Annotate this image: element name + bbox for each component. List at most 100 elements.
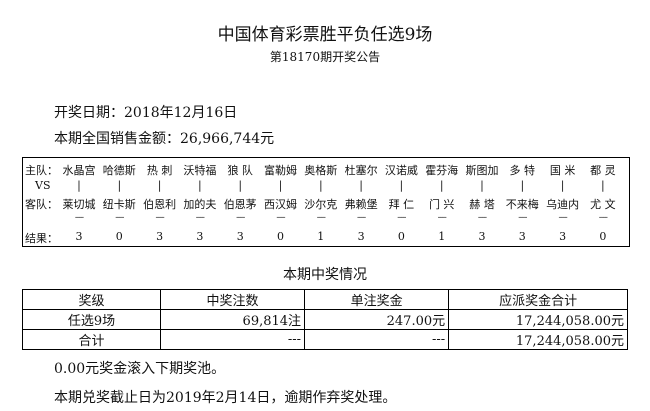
separator-dash: ---- bbox=[518, 213, 527, 223]
home-team: 奥格斯 bbox=[304, 164, 338, 177]
separator-dash: ---- bbox=[437, 213, 447, 223]
away-team: 纽卡斯 bbox=[102, 198, 136, 211]
match-column: 汉诺威 | 拜 仁 ---- 0 bbox=[380, 158, 422, 246]
match-result: 0 bbox=[599, 230, 607, 243]
winning-count: 69,814注 bbox=[159, 309, 306, 330]
separator-dash: ---- bbox=[357, 213, 366, 223]
prize-table: 奖级 中奖注数 单注奖金 应派奖金合计 任选9场 69,814注 247.00元… bbox=[22, 289, 628, 350]
vs-bar: | bbox=[238, 179, 243, 192]
vs-bar: | bbox=[520, 179, 525, 192]
header-winning-count: 中奖注数 bbox=[159, 289, 306, 310]
total-prize: 17,244,058.00元 bbox=[448, 309, 628, 330]
home-team: 斯图加 bbox=[465, 164, 499, 177]
vs-bar: | bbox=[359, 179, 363, 192]
vs-bar: | bbox=[198, 179, 202, 192]
home-team: 多 特 bbox=[509, 164, 536, 177]
match-result: 3 bbox=[75, 230, 83, 243]
away-team: 伯恩茅 bbox=[223, 198, 257, 211]
match-column: 都 灵 | 尤 文 ---- 0 bbox=[582, 158, 624, 246]
rollover-note: 0.00元奖金滚入下期奖池。 bbox=[54, 361, 226, 377]
separator-dash: ---- bbox=[397, 213, 406, 223]
match-column: 奥格斯 | 沙尔克 ---- 1 bbox=[300, 158, 342, 246]
home-team: 杜塞尔 bbox=[344, 164, 378, 177]
separator-dash: ---- bbox=[155, 213, 165, 223]
vs-bar: | bbox=[399, 179, 404, 192]
match-result: 3 bbox=[559, 230, 567, 243]
result-label: 结果： bbox=[25, 232, 58, 245]
vs-bar: | bbox=[117, 179, 122, 192]
match-column: 杜塞尔 | 弗赖堡 ---- 3 bbox=[340, 158, 382, 246]
away-team: 伯恩利 bbox=[143, 198, 177, 211]
separator-dash: ---- bbox=[477, 213, 487, 223]
issue-subtitle: 第18170期开奖公告 bbox=[269, 50, 381, 64]
away-team: 沙尔克 bbox=[304, 198, 338, 211]
away-label: 客队： bbox=[25, 198, 58, 211]
separator-dash: ---- bbox=[558, 213, 568, 223]
match-result: 3 bbox=[357, 230, 365, 243]
away-team: 不来梅 bbox=[505, 198, 539, 211]
page-title: 中国体育彩票胜平负任选9场 bbox=[217, 25, 433, 45]
separator-dash: ---- bbox=[316, 213, 326, 223]
home-team: 水晶宫 bbox=[62, 164, 96, 177]
draw-date: 开奖日期：2018年12月16日 bbox=[54, 105, 238, 121]
match-column: 哈德斯 | 纽卡斯 ---- 0 bbox=[98, 158, 140, 246]
home-team: 狼 队 bbox=[227, 164, 253, 177]
match-list: 主队： VS 客队： 结果： 水晶宫 | 莱切城 ---- 3 哈德斯 | 纽卡斯 ---- 0 热… bbox=[22, 157, 630, 247]
home-team: 汉诺威 bbox=[384, 164, 418, 177]
vs-bar: | bbox=[439, 179, 444, 192]
separator-dash: ---- bbox=[74, 213, 84, 223]
sales-amount: 本期全国销售金额：26,966,744元 bbox=[54, 131, 275, 147]
match-column: 多 特 | 不来梅 ---- 3 bbox=[501, 158, 543, 246]
separator-dash: ---- bbox=[276, 213, 285, 223]
separator-dash: ---- bbox=[195, 213, 205, 223]
home-team: 热 刺 bbox=[146, 164, 173, 177]
match-result: 3 bbox=[196, 230, 204, 243]
vs-bar: | bbox=[560, 179, 565, 192]
home-team: 都 灵 bbox=[590, 164, 616, 177]
header-prize-level: 奖级 bbox=[22, 289, 161, 310]
vs-bar: | bbox=[480, 179, 484, 192]
match-result: 0 bbox=[115, 230, 123, 243]
single-prize: 247.00元 bbox=[304, 309, 450, 330]
match-column: 沃特福 | 加的夫 ---- 3 bbox=[179, 158, 221, 246]
header-total-prize: 应派奖金合计 bbox=[448, 289, 628, 310]
away-team: 加的夫 bbox=[183, 198, 217, 211]
vs-bar: | bbox=[157, 179, 162, 192]
match-result: 3 bbox=[156, 230, 164, 243]
header-single-prize: 单注奖金 bbox=[304, 289, 450, 310]
match-column: 水晶宫 | 莱切城 ---- 3 bbox=[58, 158, 100, 246]
match-column: 霍芬海 | 门 兴 ---- 1 bbox=[421, 158, 463, 246]
row-labels: 主队： VS 客队： 结果： bbox=[23, 158, 59, 246]
vs-bar: | bbox=[601, 179, 605, 192]
match-column: 国 米 | 乌迪内 ---- 3 bbox=[542, 158, 584, 246]
prize-section-title: 本期中奖情况 bbox=[283, 267, 367, 283]
total-prize: 17,244,058.00元 bbox=[448, 329, 628, 350]
away-team: 尤 文 bbox=[590, 198, 616, 211]
match-result: 1 bbox=[317, 230, 325, 243]
away-team: 拜 仁 bbox=[388, 198, 415, 211]
winning-count: --- bbox=[159, 329, 306, 350]
match-column: 斯图加 | 赫 塔 ---- 3 bbox=[461, 158, 503, 246]
prize-level: 合计 bbox=[22, 329, 161, 350]
match-column: 富勒姆 | 西汉姆 ---- 0 bbox=[260, 158, 302, 246]
home-team: 国 米 bbox=[549, 164, 576, 177]
home-team: 富勒姆 bbox=[264, 164, 297, 177]
prize-level: 任选9场 bbox=[22, 309, 161, 330]
away-team: 门 兴 bbox=[428, 198, 455, 211]
away-team: 赫 塔 bbox=[469, 198, 495, 211]
away-team: 莱切城 bbox=[62, 198, 96, 211]
home-label: 主队： bbox=[25, 164, 58, 177]
match-result: 3 bbox=[236, 230, 244, 243]
vs-label: VS bbox=[35, 179, 51, 192]
separator-dash: ---- bbox=[236, 213, 245, 223]
match-result: 1 bbox=[438, 230, 446, 243]
match-column: 热 刺 | 伯恩利 ---- 3 bbox=[139, 158, 181, 246]
match-result: 0 bbox=[397, 230, 405, 243]
table-row: 任选9场 69,814注 247.00元 17,244,058.00元 bbox=[22, 309, 628, 330]
match-result: 0 bbox=[277, 230, 284, 243]
single-prize: --- bbox=[304, 329, 450, 350]
home-team: 哈德斯 bbox=[102, 164, 136, 177]
away-team: 弗赖堡 bbox=[344, 198, 378, 211]
separator-dash: ---- bbox=[598, 213, 608, 223]
prize-header-row: 奖级 中奖注数 单注奖金 应派奖金合计 bbox=[22, 289, 628, 310]
